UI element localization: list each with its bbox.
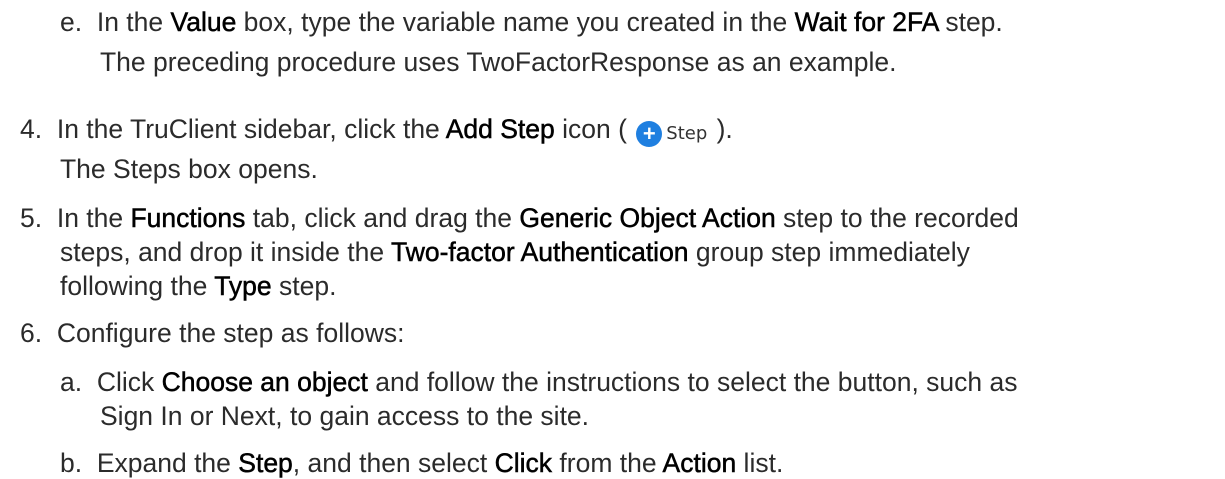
line-step-5b: steps, and drop it inside the Two-factor… bbox=[60, 236, 970, 268]
line-step-4: 4. In the TruClient sidebar, click the A… bbox=[20, 113, 733, 150]
ui-term-type: Type bbox=[214, 271, 272, 302]
ui-term-choose-an-object: Choose an object bbox=[161, 367, 368, 398]
text: step to the recorded bbox=[775, 203, 1019, 233]
ui-term-step: Step bbox=[238, 448, 293, 479]
add-step-icon: + Step bbox=[636, 118, 707, 150]
text: e. In the bbox=[60, 7, 171, 37]
ui-term-wait-for-2fa: Wait for 2FA bbox=[794, 7, 938, 38]
plus-circle-icon: + bbox=[636, 121, 663, 147]
ui-term-add-step: Add Step bbox=[445, 114, 555, 145]
text: The Steps box opens. bbox=[60, 154, 318, 184]
line-a-1: a. Click Choose an object and follow the… bbox=[60, 366, 1018, 398]
text: 5. In the bbox=[20, 203, 131, 233]
text: a. Click bbox=[60, 367, 162, 397]
text: and follow the instructions to select th… bbox=[367, 367, 1018, 397]
text: box, type the variable name you created … bbox=[236, 7, 795, 37]
text: step. bbox=[271, 271, 337, 301]
text: ). bbox=[709, 114, 733, 144]
line-step-5a: 5. In the Functions tab, click and drag … bbox=[20, 202, 1019, 234]
text: , and then select bbox=[292, 448, 495, 478]
line-a-2: Sign In or Next, to gain access to the s… bbox=[100, 400, 589, 432]
text: 4. In the TruClient sidebar, click the bbox=[20, 114, 446, 144]
text: steps, and drop it inside the bbox=[60, 237, 391, 267]
text: tab, click and drag the bbox=[245, 203, 520, 233]
text: list. bbox=[736, 448, 784, 478]
text: following the bbox=[60, 271, 215, 301]
step-icon-label: Step bbox=[666, 123, 708, 144]
line-b: b. Expand the Step, and then select Clic… bbox=[60, 447, 783, 479]
ui-term-functions: Functions bbox=[130, 203, 246, 234]
text: b. Expand the bbox=[60, 448, 239, 478]
text: 6. Configure the step as follows: bbox=[20, 318, 405, 348]
text: icon ( bbox=[554, 114, 635, 144]
text: Sign In or Next, to gain access to the s… bbox=[100, 401, 590, 431]
line-e-value: e. In the Value box, type the variable n… bbox=[60, 6, 1003, 38]
text: group step immediately bbox=[688, 237, 970, 267]
ui-term-click: Click bbox=[494, 448, 553, 479]
line-e-example: The preceding procedure uses TwoFactorRe… bbox=[100, 46, 896, 78]
ui-term-action: Action bbox=[662, 448, 737, 479]
text: from the bbox=[552, 448, 663, 478]
ui-term-value: Value bbox=[170, 7, 237, 38]
line-step-4-result: The Steps box opens. bbox=[60, 153, 318, 185]
line-step-5c: following the Type step. bbox=[60, 270, 336, 302]
ui-term-two-factor-authentication: Two-factor Authentication bbox=[390, 237, 689, 268]
ui-term-generic-object-action: Generic Object Action bbox=[519, 203, 776, 234]
line-step-6: 6. Configure the step as follows: bbox=[20, 317, 404, 349]
text: step. bbox=[937, 7, 1003, 37]
text: The preceding procedure uses TwoFactorRe… bbox=[100, 47, 897, 77]
